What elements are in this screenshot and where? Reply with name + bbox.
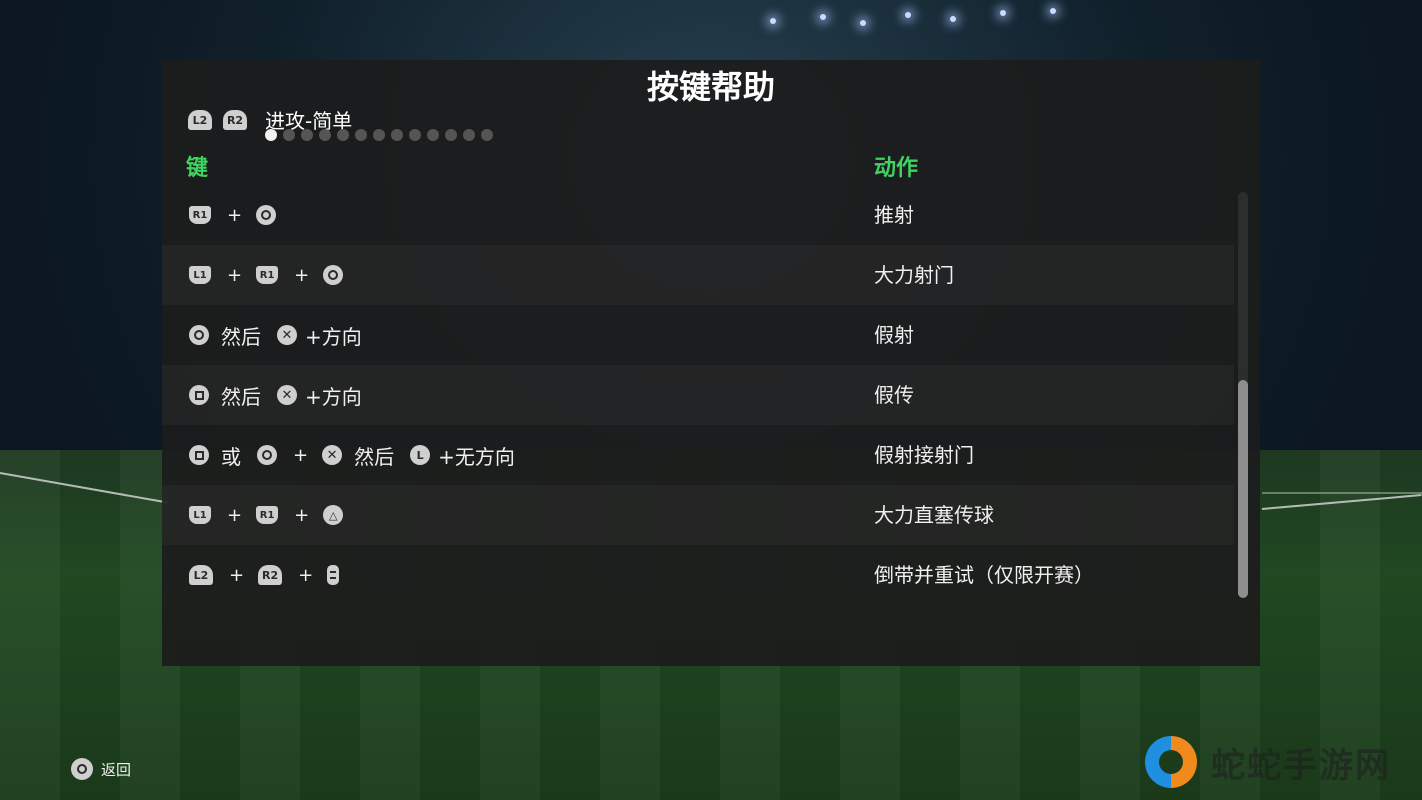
square-button-icon (189, 445, 209, 465)
r2-trigger-icon: R2 (258, 565, 283, 585)
scrollbar-thumb[interactable] (1238, 380, 1248, 598)
stadium-light (820, 14, 826, 20)
cross-button-icon: ✕ (322, 445, 343, 465)
action-column-header: 动作 (874, 156, 919, 181)
keys-column-header: 键 (186, 156, 209, 181)
options-button-icon (327, 565, 340, 585)
circle-button-icon (71, 758, 93, 780)
action-label: 大力直塞传球 (874, 503, 994, 527)
action-label: 大力射门 (874, 263, 954, 287)
l2-trigger-icon: L2 (189, 565, 213, 585)
control-row: L2 + R2 + 倒带并重试（仅限开赛） (162, 545, 1234, 605)
combo-word: 然后 (354, 444, 395, 469)
combo-word: +无方向 (438, 444, 515, 469)
page-title: 按键帮助 (646, 68, 775, 106)
scrollbar-track[interactable] (1238, 192, 1248, 598)
stadium-light (1000, 10, 1006, 16)
page-dot-active (265, 129, 277, 141)
page-dot (301, 129, 313, 141)
page-dot (337, 129, 349, 141)
combo-word: 然后 (221, 324, 261, 349)
l2-trigger-icon[interactable]: L2 (188, 110, 212, 130)
stadium-light (770, 18, 776, 24)
combo-word: +方向 (305, 324, 362, 349)
control-row: 然后 ✕ +方向 假传 (162, 365, 1234, 425)
stadium-light (860, 20, 866, 26)
plus-sign: + (227, 204, 243, 226)
back-label: 返回 (101, 760, 132, 779)
pitch-line (1262, 492, 1422, 494)
circle-button-icon (189, 325, 209, 345)
page-dot (283, 129, 295, 141)
key-combo: 然后 ✕ +方向 (189, 365, 362, 425)
stadium-light (950, 16, 956, 22)
cross-button-icon: ✕ (277, 325, 297, 345)
action-label: 倒带并重试（仅限开赛） (874, 563, 1094, 587)
circle-button-icon (323, 265, 344, 285)
combo-word: +方向 (305, 384, 362, 409)
control-row: R1 + 推射 (162, 185, 1234, 245)
page-dot (481, 129, 493, 141)
stadium-light (1050, 8, 1056, 14)
key-combo: L2 + R2 + (189, 545, 340, 605)
plus-sign: + (298, 564, 314, 586)
combo-word: 然后 (221, 384, 261, 409)
l1-button-icon: L1 (189, 506, 211, 524)
control-row: L1 + R1 + △ 大力直塞传球 (162, 485, 1234, 545)
page-dot (409, 129, 421, 141)
page-dot (355, 129, 367, 141)
plus-sign: + (227, 264, 243, 286)
page-dot (427, 129, 439, 141)
page-dot (373, 129, 385, 141)
circle-button-icon (256, 205, 277, 225)
circle-button-icon (257, 445, 277, 465)
r1-button-icon: R1 (256, 506, 279, 524)
l-stick-icon: L (410, 445, 431, 465)
key-combo: L1 + R1 + △ (189, 485, 345, 545)
square-button-icon (189, 385, 209, 405)
key-combo: 然后 ✕ +方向 (189, 305, 362, 365)
plus-sign: + (227, 504, 243, 526)
stadium-light (905, 12, 911, 18)
action-label: 推射 (874, 203, 914, 227)
control-row: 或 + ✕ 然后 L +无方向 假射接射门 (162, 425, 1234, 485)
page-dot (445, 129, 457, 141)
control-row: L1 + R1 + 大力射门 (162, 245, 1234, 305)
control-row: 然后 ✕ +方向 假射 (162, 305, 1234, 365)
watermark: 蛇蛇手游网 (1145, 732, 1391, 792)
r1-button-icon: R1 (256, 266, 279, 284)
watermark-text: 蛇蛇手游网 (1211, 745, 1391, 786)
page-dot (319, 129, 331, 141)
action-label: 假传 (874, 383, 914, 407)
r2-trigger-icon[interactable]: R2 (223, 110, 247, 130)
back-button[interactable]: 返回 (71, 756, 131, 782)
key-combo: R1 + (189, 185, 278, 245)
action-label: 假射 (874, 323, 914, 347)
r1-button-icon: R1 (189, 206, 211, 224)
l1-button-icon: L1 (189, 266, 211, 284)
page-dot (463, 129, 475, 141)
combo-word: 或 (221, 444, 241, 469)
action-label: 假射接射门 (874, 443, 974, 467)
page-dot (391, 129, 403, 141)
plus-sign: + (229, 564, 245, 586)
key-combo: 或 + ✕ 然后 L +无方向 (189, 425, 515, 485)
plus-sign: + (294, 264, 310, 286)
triangle-button-icon: △ (323, 505, 344, 525)
cross-button-icon: ✕ (277, 385, 297, 405)
key-combo: L1 + R1 + (189, 245, 345, 305)
page-indicator (265, 129, 493, 141)
plus-sign: + (294, 504, 310, 526)
watermark-logo-icon (1145, 736, 1197, 788)
plus-sign: + (293, 444, 309, 466)
